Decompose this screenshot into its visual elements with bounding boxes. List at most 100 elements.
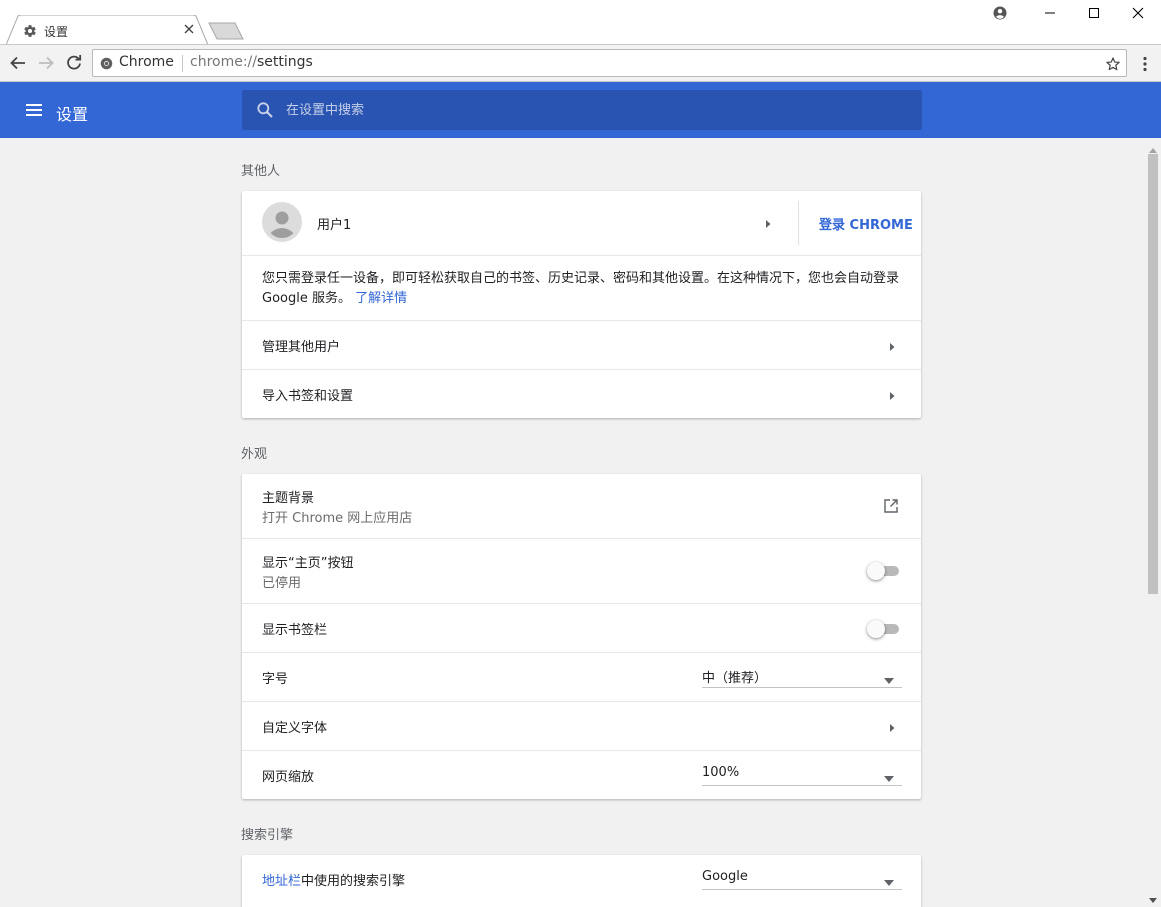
new-tab-button[interactable] <box>208 22 244 40</box>
open-in-new-icon[interactable] <box>883 498 899 514</box>
user-profile-item[interactable]: 用户1 <box>242 191 797 255</box>
home-button-label: 显示“主页”按钮 <box>262 556 354 571</box>
scrollbar-thumb[interactable] <box>1148 154 1158 594</box>
scroll-down-arrow-icon[interactable] <box>1149 893 1157 903</box>
user-row: 用户1 登录 CHROME <box>242 191 921 255</box>
search-engine-label-text: 中使用的搜索引擎 <box>301 874 406 889</box>
minimize-button[interactable] <box>1027 0 1073 26</box>
forward-button[interactable] <box>37 54 55 72</box>
manage-users-label: 管理其他用户 <box>262 340 341 355</box>
theme-label: 主题背景 <box>262 491 315 506</box>
chevron-down-icon <box>884 875 894 886</box>
signin-description-text: Google 服务。 <box>262 291 351 306</box>
url-scheme: chrome:// <box>190 54 257 70</box>
page-zoom-item: 网页缩放 100% <box>242 750 921 799</box>
profile-button[interactable] <box>977 0 1023 26</box>
people-card: 用户1 登录 CHROME 您只需登录任一设备，即可轻松获取自己的书签、历史记录… <box>242 191 921 418</box>
browser-menu-button[interactable] <box>1136 55 1154 73</box>
avatar <box>262 202 302 242</box>
more-vert-icon <box>1143 56 1147 72</box>
page-title: 设置 <box>56 105 89 124</box>
theme-item[interactable]: 主题背景 打开 Chrome 网上应用店 <box>242 474 921 538</box>
font-size-item: 字号 中（推荐） <box>242 652 921 701</box>
search-engine-value: Google <box>702 869 748 884</box>
url-path: settings <box>257 54 313 70</box>
search-engine-select[interactable]: Google <box>702 866 902 890</box>
appearance-card: 主题背景 打开 Chrome 网上应用店 显示“主页”按钮 已停用 显示书签栏 … <box>242 474 921 799</box>
chevron-down-icon <box>884 673 894 684</box>
vertical-divider <box>798 201 799 245</box>
window-close-button[interactable] <box>1115 0 1161 26</box>
reload-icon <box>67 55 82 70</box>
avatar-icon <box>262 202 302 242</box>
page-zoom-value: 100% <box>702 765 740 780</box>
user-name: 用户1 <box>317 218 352 233</box>
arrow-right-icon <box>887 390 897 400</box>
section-title-search-engine: 搜索引擎 <box>241 828 294 843</box>
signin-button[interactable]: 登录 CHROME <box>819 214 913 233</box>
account-circle-icon <box>993 6 1007 20</box>
search-engine-item: 地址栏中使用的搜索引擎 Google <box>242 855 921 904</box>
omnibox-separator <box>182 55 183 72</box>
section-title-people: 其他人 <box>241 164 281 179</box>
import-item[interactable]: 导入书签和设置 <box>242 369 921 418</box>
minimize-icon <box>1045 12 1055 14</box>
import-label: 导入书签和设置 <box>262 389 354 404</box>
bookmarks-bar-label: 显示书签栏 <box>262 623 328 638</box>
close-icon[interactable] <box>182 22 196 36</box>
search-box[interactable] <box>242 90 922 130</box>
url-text[interactable]: chrome://settings <box>190 54 313 70</box>
section-title-appearance: 外观 <box>241 447 268 462</box>
scroll-up-arrow-icon[interactable] <box>1149 142 1157 153</box>
settings-header: 设置 <box>0 82 1161 138</box>
theme-sublabel: 打开 Chrome 网上应用店 <box>262 511 413 526</box>
arrow-right-icon <box>887 341 897 351</box>
tab-settings[interactable]: 设置 <box>6 15 209 45</box>
page-zoom-select[interactable]: 100% <box>702 762 902 786</box>
arrow-right-icon <box>763 218 773 228</box>
font-size-select[interactable]: 中（推荐） <box>702 664 902 688</box>
maximize-button[interactable] <box>1071 0 1117 26</box>
chrome-logo-icon <box>100 57 113 70</box>
home-button-sublabel: 已停用 <box>262 576 302 591</box>
arrow-right-icon <box>39 56 54 70</box>
custom-fonts-item[interactable]: 自定义字体 <box>242 701 921 750</box>
arrow-left-icon <box>10 56 25 70</box>
home-button-item: 显示“主页”按钮 已停用 <box>242 538 921 603</box>
address-bar-link[interactable]: 地址栏 <box>262 874 301 889</box>
bookmarks-bar-toggle[interactable] <box>867 620 901 638</box>
manage-users-item[interactable]: 管理其他用户 <box>242 320 921 369</box>
custom-fonts-label: 自定义字体 <box>262 721 328 736</box>
toggle-knob <box>867 562 885 580</box>
home-button-toggle[interactable] <box>867 562 901 580</box>
tab-title: 设置 <box>44 25 69 39</box>
back-button[interactable] <box>9 54 27 72</box>
search-engine-card: 地址栏中使用的搜索引擎 Google <box>242 855 921 907</box>
reload-button[interactable] <box>65 54 83 72</box>
search-engine-label: 地址栏中使用的搜索引擎 <box>262 870 405 889</box>
bookmarks-bar-item: 显示书签栏 <box>242 603 921 652</box>
address-bar[interactable]: Chrome chrome://settings <box>92 49 1127 77</box>
omnibox-chip: Chrome <box>119 54 174 70</box>
toggle-knob <box>867 620 885 638</box>
browser-toolbar: Chrome chrome://settings <box>0 44 1161 82</box>
signin-description-line2: Google 服务。 了解详情 <box>262 287 407 306</box>
search-icon <box>256 101 274 119</box>
scrollbar[interactable] <box>1145 138 1161 907</box>
signin-description-line1: 您只需登录任一设备，即可轻松获取自己的书签、历史记录、密码和其他设置。在这种情况… <box>262 271 900 286</box>
font-size-value: 中（推荐） <box>702 671 768 686</box>
learn-more-link[interactable]: 了解详情 <box>355 291 407 306</box>
font-size-label: 字号 <box>262 672 289 687</box>
chevron-down-icon <box>884 771 894 782</box>
gear-icon <box>23 24 37 38</box>
arrow-right-icon <box>887 722 897 732</box>
maximize-icon <box>1089 8 1099 18</box>
page-zoom-label: 网页缩放 <box>262 770 315 785</box>
signin-description-row: 您只需登录任一设备，即可轻松获取自己的书签、历史记录、密码和其他设置。在这种情况… <box>242 255 921 320</box>
star-icon[interactable] <box>1105 56 1121 72</box>
hamburger-icon <box>26 104 42 116</box>
menu-button[interactable] <box>25 101 43 119</box>
close-icon <box>1132 7 1144 19</box>
title-bar: 设置 <box>0 0 1161 45</box>
search-input[interactable] <box>286 90 906 130</box>
